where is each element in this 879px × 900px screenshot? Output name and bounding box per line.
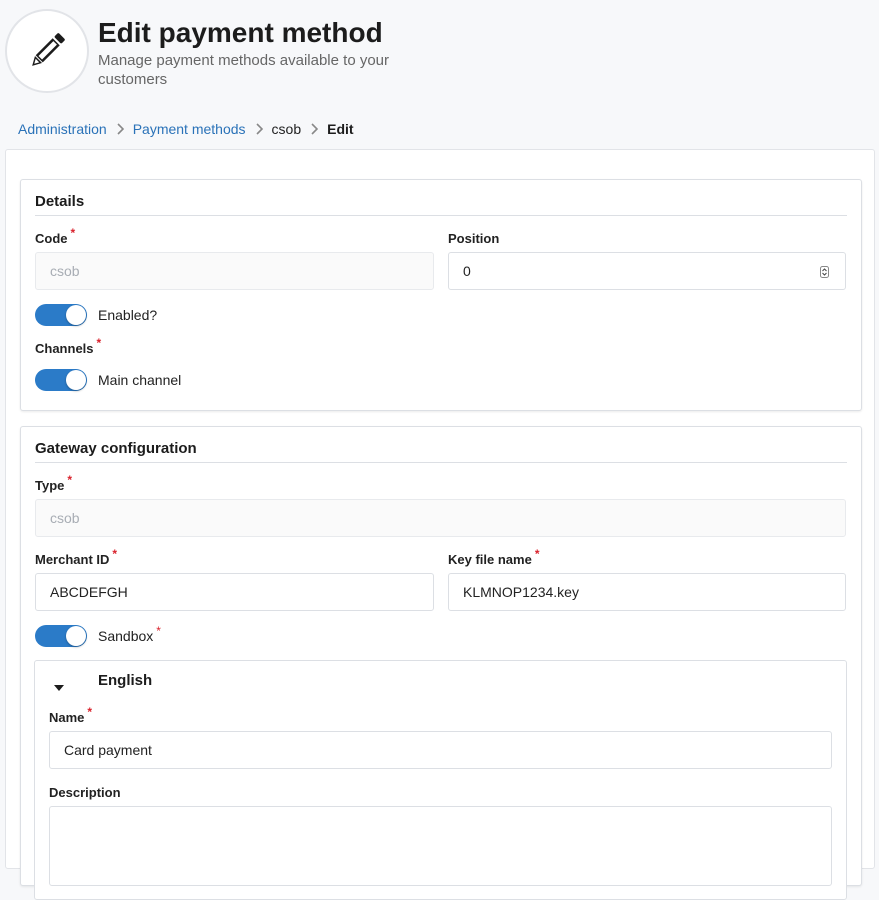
breadcrumb-payment-methods[interactable]: Payment methods <box>133 121 246 137</box>
enabled-label: Enabled? <box>98 307 158 323</box>
code-label: Code * <box>35 226 76 246</box>
type-field[interactable]: csob <box>35 499 846 537</box>
sandbox-toggle[interactable] <box>35 625 87 647</box>
language-toggle[interactable]: English <box>35 661 846 701</box>
name-field[interactable]: Card payment <box>49 731 832 769</box>
description-field[interactable] <box>49 806 832 886</box>
required-marker: * <box>96 336 102 350</box>
required-marker: * <box>67 473 73 487</box>
merchant-id-label: Merchant ID * <box>35 547 118 567</box>
required-marker: * <box>112 547 118 561</box>
merchant-id-field[interactable]: ABCDEFGH <box>35 573 434 611</box>
sandbox-label: Sandbox * <box>98 624 161 644</box>
enabled-toggle[interactable] <box>35 304 87 326</box>
key-file-field[interactable]: KLMNOP1234.key <box>448 573 846 611</box>
page-subtitle: Manage payment methods available to your… <box>98 52 390 88</box>
main-panel: Details Code * csob Position 0 Enabled? C… <box>5 149 875 900</box>
gateway-card: Gateway configuration Type * csob Merchan… <box>20 426 862 900</box>
breadcrumb: Administration Payment methods csob Edit <box>18 119 354 139</box>
page-header: Edit payment method Manage payment metho… <box>0 0 879 110</box>
translation-card: English Name * Card payment Description <box>34 660 847 900</box>
language-title: English <box>98 672 153 689</box>
main-channel-label: Main channel <box>98 372 182 388</box>
position-value: 0 <box>463 263 471 279</box>
breadcrumb-csob: csob <box>271 121 302 137</box>
position-label: Position <box>448 231 500 246</box>
channels-label: Channels * <box>35 336 102 356</box>
breadcrumb-administration[interactable]: Administration <box>18 121 107 137</box>
details-card: Details Code * csob Position 0 Enabled? C… <box>20 179 862 411</box>
page-title: Edit payment method <box>98 17 383 48</box>
chevron-right-icon <box>255 123 263 135</box>
number-spinner-icon[interactable] <box>820 265 829 278</box>
required-marker: * <box>156 624 161 638</box>
gateway-title: Gateway configuration <box>35 440 847 463</box>
chevron-right-icon <box>116 123 124 135</box>
code-field[interactable]: csob <box>35 252 434 290</box>
pencil-icon <box>5 9 89 93</box>
required-marker: * <box>70 226 76 240</box>
type-label: Type * <box>35 473 73 493</box>
caret-down-icon <box>54 678 64 691</box>
main-channel-toggle[interactable] <box>35 369 87 391</box>
chevron-right-icon <box>310 123 319 135</box>
required-marker: * <box>534 547 540 561</box>
position-field[interactable]: 0 <box>448 252 846 290</box>
required-marker: * <box>87 705 93 719</box>
details-title: Details <box>35 193 847 216</box>
key-file-label: Key file name * <box>448 547 540 567</box>
breadcrumb-current: Edit <box>327 121 354 137</box>
name-label: Name * <box>49 705 93 725</box>
description-label: Description <box>49 785 121 800</box>
